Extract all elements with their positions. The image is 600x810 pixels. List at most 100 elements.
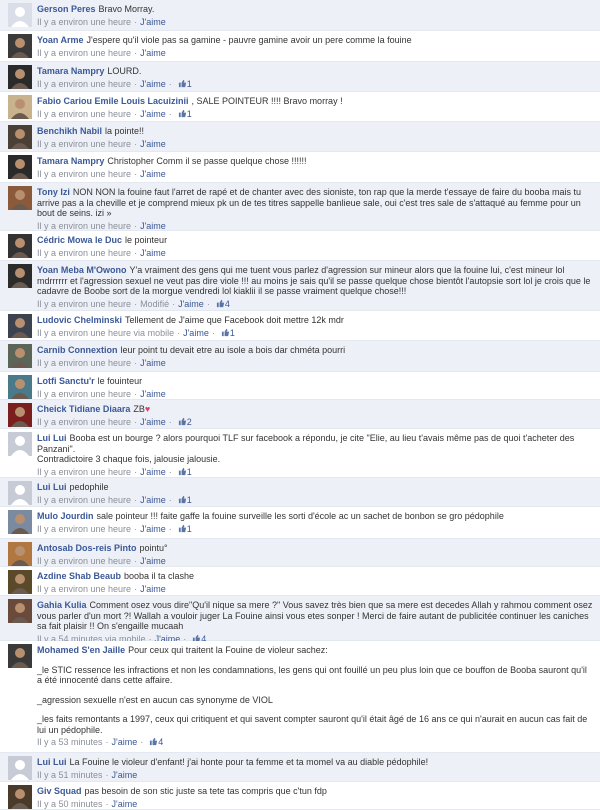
comment-timestamp[interactable]: Il y a 53 minutes: [37, 737, 103, 747]
avatar[interactable]: [8, 542, 32, 566]
author-name-link[interactable]: Azdine Shab Beaub: [37, 571, 121, 581]
comment-timestamp[interactable]: Il y a environ une heure: [37, 299, 131, 309]
comment-timestamp[interactable]: Il y a environ une heure: [37, 389, 131, 399]
comment-timestamp[interactable]: Il y a environ une heure via mobile: [37, 328, 174, 338]
like-link[interactable]: J'aime: [140, 17, 166, 27]
like-link[interactable]: J'aime: [140, 79, 166, 89]
comment-timestamp[interactable]: Il y a environ une heure: [37, 495, 131, 505]
comment-timestamp[interactable]: Il y a environ une heure: [37, 524, 131, 534]
avatar[interactable]: [8, 95, 32, 119]
avatar[interactable]: [8, 65, 32, 89]
comment-timestamp[interactable]: Il y a environ une heure: [37, 358, 131, 368]
avatar[interactable]: [8, 510, 32, 534]
author-name-link[interactable]: Lui Lui: [37, 433, 67, 443]
like-link[interactable]: J'aime: [140, 139, 166, 149]
comment-timestamp[interactable]: Il y a environ une heure: [37, 417, 131, 427]
comment-timestamp[interactable]: Il y a environ une heure: [37, 467, 131, 477]
author-name-link[interactable]: Carnib Connextion: [37, 345, 118, 355]
like-count[interactable]: 1: [178, 524, 192, 534]
avatar[interactable]: [8, 125, 32, 149]
like-count[interactable]: 4: [149, 737, 163, 747]
avatar[interactable]: [8, 403, 32, 427]
avatar[interactable]: [8, 481, 32, 505]
author-name-link[interactable]: Tamara Nampry: [37, 156, 104, 166]
author-name-link[interactable]: Giv Squad: [37, 786, 82, 796]
like-count[interactable]: 2: [178, 417, 192, 427]
author-name-link[interactable]: Cédric Mowa le Duc: [37, 235, 122, 245]
like-count[interactable]: 1: [221, 328, 235, 338]
avatar[interactable]: [8, 785, 32, 809]
like-count[interactable]: 4: [216, 299, 230, 309]
avatar[interactable]: [8, 756, 32, 780]
like-count[interactable]: 1: [178, 109, 192, 119]
comment-timestamp[interactable]: Il y a environ une heure: [37, 169, 131, 179]
author-name-link[interactable]: Antosab Dos-reis Pinto: [37, 543, 137, 553]
like-link[interactable]: J'aime: [140, 524, 166, 534]
author-name-link[interactable]: Gerson Peres: [37, 4, 96, 14]
comment-timestamp[interactable]: Il y a 50 minutes: [37, 799, 103, 809]
author-name-link[interactable]: Gahia Kulia: [37, 600, 87, 610]
avatar[interactable]: [8, 375, 32, 399]
like-link[interactable]: J'aime: [112, 737, 138, 747]
like-link[interactable]: J'aime: [178, 299, 204, 309]
like-count[interactable]: 1: [178, 79, 192, 89]
like-link[interactable]: J'aime: [112, 770, 138, 780]
comment-timestamp[interactable]: Il y a environ une heure: [37, 221, 131, 231]
comment-timestamp[interactable]: Il y a 51 minutes: [37, 770, 103, 780]
comment-timestamp[interactable]: Il y a environ une heure: [37, 48, 131, 58]
comment-timestamp[interactable]: Il y a environ une heure: [37, 248, 131, 258]
modified-label: Modifié: [140, 298, 170, 309]
author-name-link[interactable]: Benchikh Nabil: [37, 126, 102, 136]
author-name-link[interactable]: Cheick Tidiane Diaara: [37, 404, 130, 414]
author-name-link[interactable]: Yoan Meba M'Owono: [37, 265, 126, 275]
avatar[interactable]: [8, 570, 32, 594]
like-link[interactable]: J'aime: [140, 389, 166, 399]
author-name-link[interactable]: Lui Lui: [37, 482, 67, 492]
author-name-link[interactable]: Mulo Jourdin: [37, 511, 94, 521]
author-name-link[interactable]: Tony Izi: [37, 187, 70, 197]
avatar-image: [8, 570, 32, 594]
avatar[interactable]: [8, 264, 32, 288]
author-name-link[interactable]: Tamara Nampry: [37, 66, 104, 76]
comment-timestamp[interactable]: Il y a environ une heure: [37, 17, 131, 27]
comment-timestamp[interactable]: Il y a environ une heure: [37, 79, 131, 89]
like-link[interactable]: J'aime: [140, 358, 166, 368]
like-link[interactable]: J'aime: [140, 467, 166, 477]
like-link[interactable]: J'aime: [183, 328, 209, 338]
author-name-link[interactable]: Lui Lui: [37, 757, 67, 767]
thumbs-up-icon: [178, 524, 186, 532]
like-link[interactable]: J'aime: [112, 799, 138, 809]
like-link[interactable]: J'aime: [140, 417, 166, 427]
avatar[interactable]: [8, 234, 32, 258]
author-name-link[interactable]: Ludovic Chelminski: [37, 315, 122, 325]
like-count[interactable]: 1: [178, 495, 192, 505]
avatar[interactable]: [8, 344, 32, 368]
like-link[interactable]: J'aime: [140, 48, 166, 58]
author-name-link[interactable]: Lotfi Sanctu'r: [37, 376, 95, 386]
author-name-link[interactable]: Yoan Arme: [37, 35, 84, 45]
comment-timestamp[interactable]: Il y a environ une heure: [37, 109, 131, 119]
avatar[interactable]: [8, 644, 32, 668]
comment-timestamp[interactable]: Il y a environ une heure: [37, 139, 131, 149]
like-link[interactable]: J'aime: [140, 495, 166, 505]
like-link[interactable]: J'aime: [140, 556, 166, 566]
like-link[interactable]: J'aime: [140, 109, 166, 119]
like-link[interactable]: J'aime: [140, 248, 166, 258]
comment-timestamp[interactable]: Il y a environ une heure: [37, 556, 131, 566]
author-name-link[interactable]: Mohamed S'en Jaille: [37, 645, 125, 655]
comment-feed: Gerson Peres Bravo Morray. Il y a environ …: [0, 0, 600, 810]
avatar[interactable]: [8, 599, 32, 623]
like-link[interactable]: J'aime: [140, 169, 166, 179]
like-link[interactable]: J'aime: [140, 221, 166, 231]
comment-timestamp[interactable]: Il y a environ une heure: [37, 584, 131, 594]
like-link[interactable]: J'aime: [140, 584, 166, 594]
meta-separator: ·: [134, 47, 138, 58]
avatar[interactable]: [8, 155, 32, 179]
avatar[interactable]: [8, 186, 32, 210]
avatar[interactable]: [8, 34, 32, 58]
author-name-link[interactable]: Fabio Cariou Emile Louis Lacuizinii: [37, 96, 189, 106]
avatar[interactable]: [8, 432, 32, 456]
like-count[interactable]: 1: [178, 467, 192, 477]
avatar[interactable]: [8, 314, 32, 338]
avatar[interactable]: [8, 3, 32, 27]
